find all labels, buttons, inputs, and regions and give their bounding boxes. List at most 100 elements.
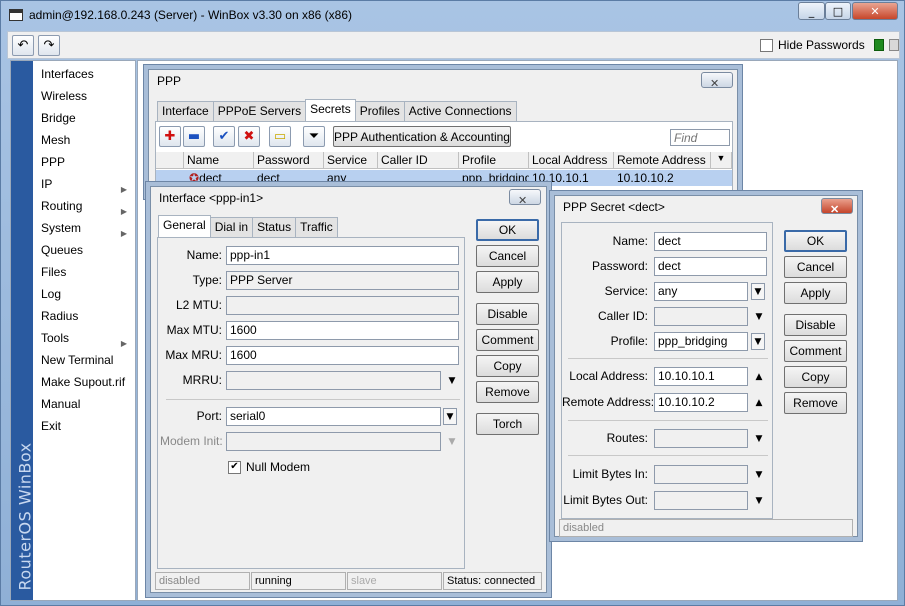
- sidebar-item-ppp[interactable]: PPP: [41, 152, 133, 172]
- sidebar-item-exit[interactable]: Exit: [41, 416, 133, 436]
- tab-active-connections[interactable]: Active Connections: [403, 101, 517, 121]
- limit-bytes-out-dropdown[interactable]: ▼: [752, 492, 766, 509]
- name-input[interactable]: ppp-in1: [226, 246, 459, 265]
- interface-window-close-button[interactable]: ✕: [509, 189, 541, 207]
- undo-button[interactable]: ↶: [12, 35, 34, 56]
- ppp-auth-accounting-button[interactable]: PPP Authentication & Accounting: [333, 126, 511, 147]
- apply-button[interactable]: Apply: [784, 282, 847, 304]
- port-dropdown[interactable]: ▼: [443, 408, 457, 425]
- col-caller-id[interactable]: Caller ID: [378, 152, 459, 169]
- filter-button[interactable]: ⏷: [303, 126, 325, 147]
- routes-field[interactable]: [654, 429, 748, 448]
- tab-secrets[interactable]: Secrets: [305, 99, 356, 121]
- sidebar-item-manual[interactable]: Manual: [41, 394, 133, 414]
- apply-button[interactable]: Apply: [476, 271, 539, 293]
- comment-button[interactable]: Comment: [784, 340, 847, 362]
- sidebar-item-queues[interactable]: Queues: [41, 240, 133, 260]
- limit-bytes-in-field[interactable]: [654, 465, 748, 484]
- col-password[interactable]: Password: [254, 152, 324, 169]
- comment-button[interactable]: ▭: [269, 126, 291, 147]
- col-local-address[interactable]: Local Address: [529, 152, 614, 169]
- limit-bytes-out-field[interactable]: [654, 491, 748, 510]
- hide-passwords[interactable]: Hide Passwords: [760, 38, 899, 52]
- local-address-toggle[interactable]: ▲: [752, 368, 766, 385]
- port-select[interactable]: serial0: [226, 407, 441, 426]
- disable-button[interactable]: Disable: [476, 303, 539, 325]
- ppp-window-close-button[interactable]: ✕: [701, 72, 733, 90]
- caller-id-dropdown[interactable]: ▼: [752, 308, 766, 325]
- col-remote-address[interactable]: Remote Address: [614, 152, 711, 169]
- sidebar-item-bridge[interactable]: Bridge: [41, 108, 133, 128]
- profile-dropdown[interactable]: ▼: [751, 333, 765, 350]
- null-modem[interactable]: ✔ Null Modem: [228, 460, 310, 474]
- sidebar-item-interfaces[interactable]: Interfaces: [41, 64, 133, 84]
- profile-select[interactable]: ppp_bridging: [654, 332, 748, 351]
- sidebar-item-routing[interactable]: Routing ▶: [41, 196, 133, 216]
- remote-address-input[interactable]: 10.10.10.2: [654, 393, 748, 412]
- col-name[interactable]: Name: [184, 152, 254, 169]
- comment-button[interactable]: Comment: [476, 329, 539, 351]
- hide-passwords-checkbox[interactable]: [760, 38, 773, 52]
- sidebar-item-ip[interactable]: IP ▶: [41, 174, 133, 194]
- close-button[interactable]: ✕: [852, 2, 898, 20]
- tab-dial-in[interactable]: Dial in: [209, 217, 254, 237]
- ppp-window-titlebar[interactable]: PPP ✕: [149, 70, 737, 92]
- remove-button[interactable]: ▬: [183, 126, 205, 147]
- ppp-secret-window-titlebar[interactable]: PPP Secret <dect> ✕: [555, 196, 857, 218]
- redo-button[interactable]: ↷: [38, 35, 60, 56]
- sidebar-item-files[interactable]: Files: [41, 262, 133, 282]
- title-bar[interactable]: admin@192.168.0.243 (Server) - WinBox v3…: [1, 1, 904, 31]
- tab-interface[interactable]: Interface: [157, 101, 214, 121]
- mrru-field[interactable]: [226, 371, 441, 390]
- caller-id-field[interactable]: [654, 307, 748, 326]
- disable-button[interactable]: Disable: [784, 314, 847, 336]
- tab-status[interactable]: Status: [252, 217, 297, 237]
- sidebar-item-mesh[interactable]: Mesh: [41, 130, 133, 150]
- ok-button[interactable]: OK: [476, 219, 539, 241]
- find-input[interactable]: [670, 129, 730, 146]
- sidebar-item-log[interactable]: Log: [41, 284, 133, 304]
- name-input[interactable]: dect: [654, 232, 767, 251]
- sidebar-item-system[interactable]: System ▶: [41, 218, 133, 238]
- tab-profiles[interactable]: Profiles: [354, 101, 405, 121]
- copy-button[interactable]: Copy: [784, 366, 847, 388]
- tab-general[interactable]: General: [158, 215, 211, 237]
- sidebar-item-tools[interactable]: Tools ▶: [41, 328, 133, 348]
- tab-traffic[interactable]: Traffic: [295, 217, 338, 237]
- col-service[interactable]: Service: [324, 152, 378, 169]
- local-address-input[interactable]: 10.10.10.1: [654, 367, 748, 386]
- remove-button[interactable]: Remove: [784, 392, 847, 414]
- minimize-button[interactable]: _: [798, 2, 825, 20]
- cancel-button[interactable]: Cancel: [476, 245, 539, 267]
- password-input[interactable]: dect: [654, 257, 767, 276]
- torch-button[interactable]: Torch: [476, 413, 539, 435]
- max-mtu-input[interactable]: 1600: [226, 321, 459, 340]
- column-menu-button[interactable]: ▼: [711, 152, 732, 169]
- service-dropdown[interactable]: ▼: [751, 283, 765, 300]
- copy-button[interactable]: Copy: [476, 355, 539, 377]
- maximize-button[interactable]: □: [825, 2, 851, 20]
- limit-bytes-in-dropdown[interactable]: ▼: [752, 466, 766, 483]
- ok-button[interactable]: OK: [784, 230, 847, 252]
- enable-button[interactable]: ✔: [213, 126, 235, 147]
- table-row[interactable]: ✪dect dect any ppp_bridging 10.10.10.1 1…: [156, 170, 732, 186]
- routes-dropdown[interactable]: ▼: [752, 430, 766, 447]
- mrru-dropdown[interactable]: ▼: [445, 372, 459, 389]
- max-mru-input[interactable]: 1600: [226, 346, 459, 365]
- status-disabled: disabled: [559, 519, 853, 537]
- remove-button[interactable]: Remove: [476, 381, 539, 403]
- tab-pppoe-servers[interactable]: PPPoE Servers: [212, 101, 307, 121]
- remote-address-toggle[interactable]: ▲: [752, 394, 766, 411]
- cancel-button[interactable]: Cancel: [784, 256, 847, 278]
- sidebar-item-wireless[interactable]: Wireless: [41, 86, 133, 106]
- ppp-secret-window-close-button[interactable]: ✕: [821, 198, 853, 216]
- sidebar-item-make-supout-rif[interactable]: Make Supout.rif: [41, 372, 133, 392]
- disable-button[interactable]: ✖: [238, 126, 260, 147]
- sidebar-item-radius[interactable]: Radius: [41, 306, 133, 326]
- service-select[interactable]: any: [654, 282, 748, 301]
- interface-window-titlebar[interactable]: Interface <ppp-in1> ✕: [151, 187, 546, 209]
- add-button[interactable]: ✚: [159, 126, 181, 147]
- sidebar-item-new-terminal[interactable]: New Terminal: [41, 350, 133, 370]
- col-profile[interactable]: Profile: [459, 152, 529, 169]
- null-modem-checkbox[interactable]: ✔: [228, 460, 241, 474]
